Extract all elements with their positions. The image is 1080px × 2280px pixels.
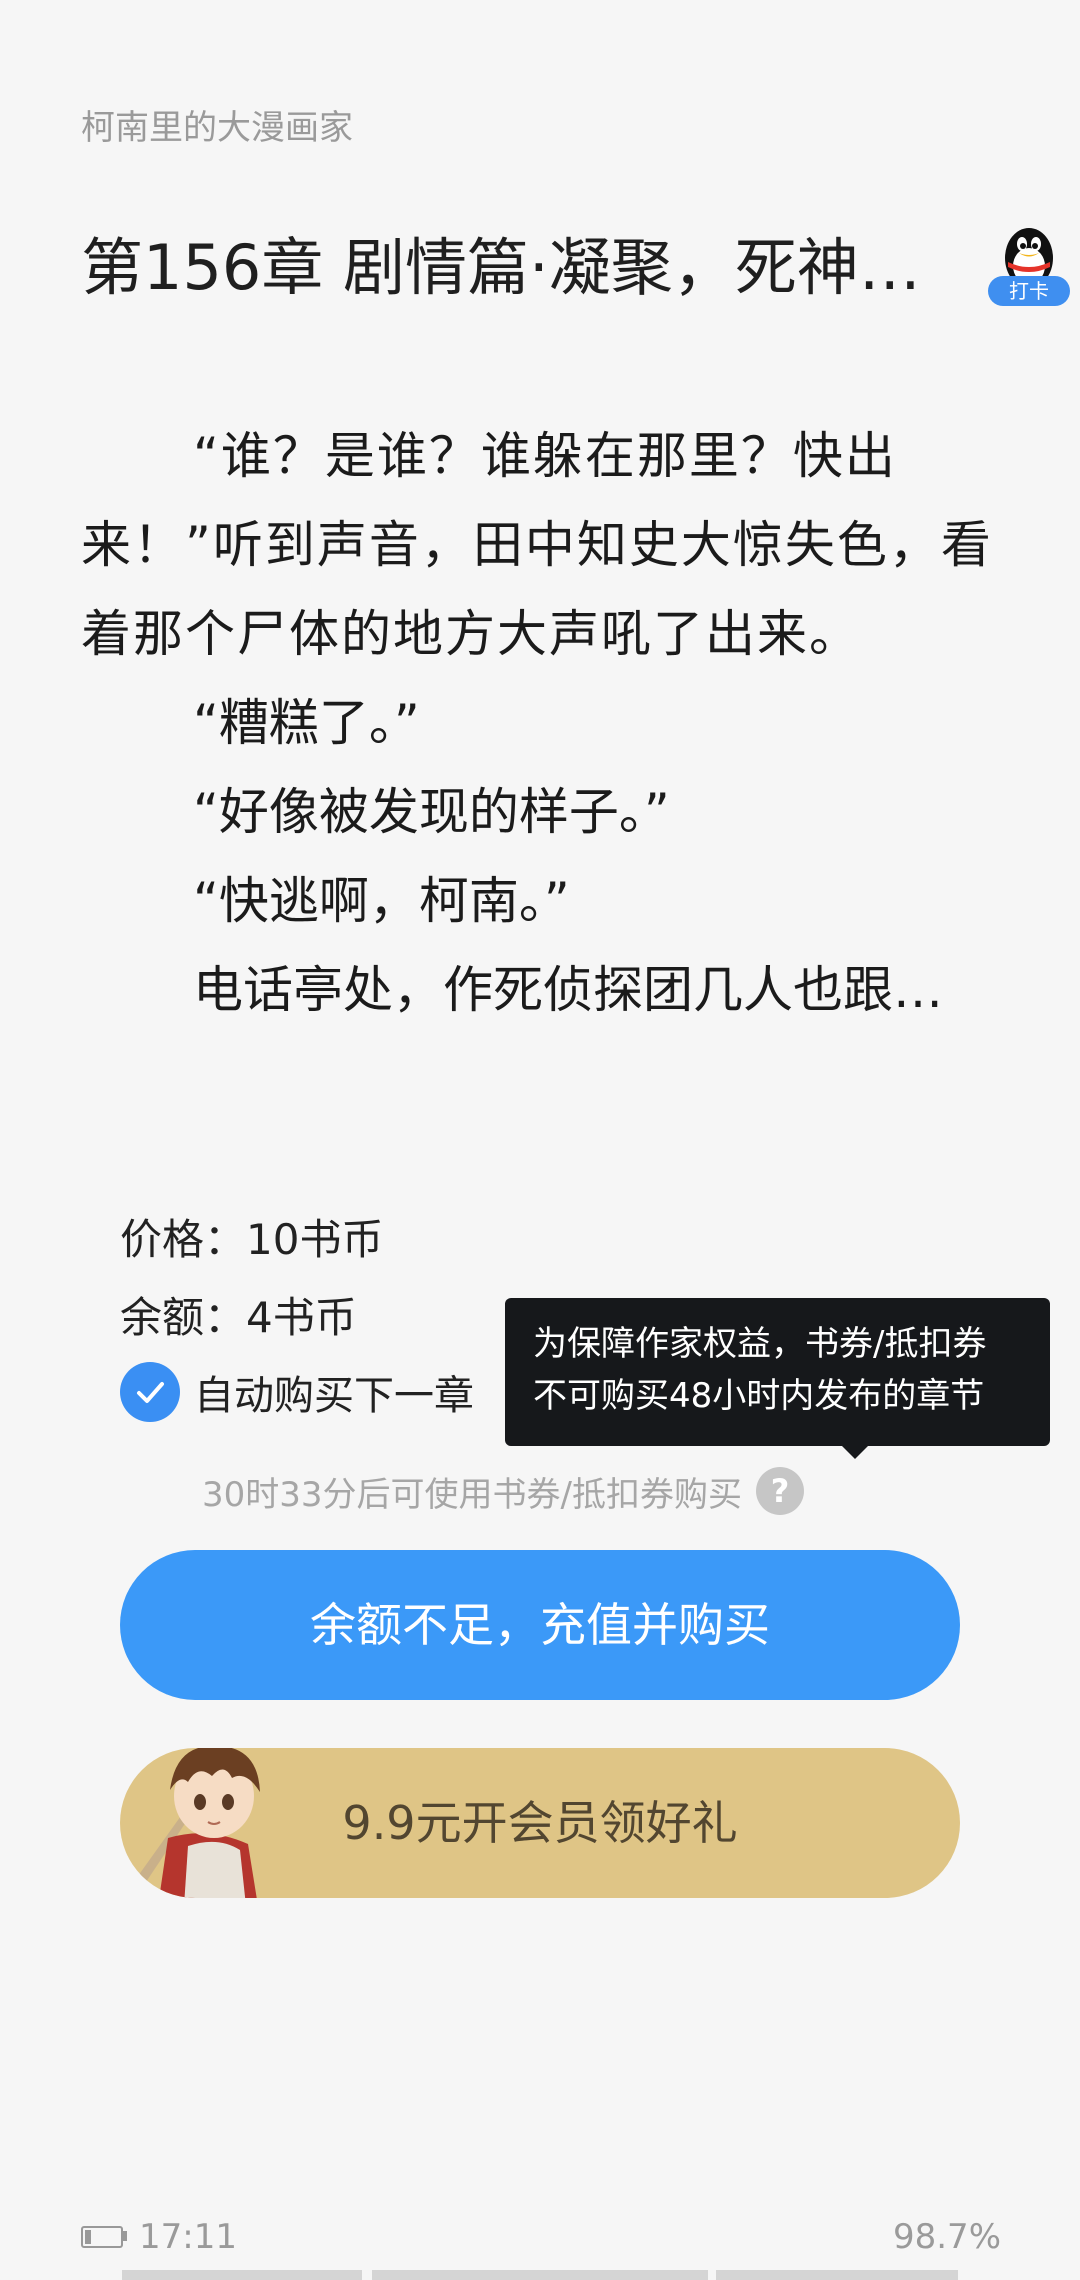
coupon-note: 30时33分后可使用书券/抵扣券购买 ? xyxy=(202,1466,804,1516)
vip-banner-button[interactable]: 9.9元开会员领好礼 xyxy=(120,1748,960,1898)
paragraph: “谁？是谁？谁躲在那里？快出来！”听到声音，田中知史大惊失色，看着那个尸体的地方… xyxy=(81,427,993,663)
coupon-tooltip: 为保障作家权益，书券/抵扣券 不可购买48小时内发布的章节 xyxy=(505,1298,1050,1446)
bottom-bar-segment xyxy=(372,2270,708,2280)
reading-progress: 98.7% xyxy=(892,2217,1001,2257)
recharge-and-buy-button[interactable]: 余额不足，充值并购买 xyxy=(120,1550,960,1700)
chapter-title: 第156章 剧情篇·凝聚，死神… xyxy=(81,231,921,304)
checkmark-icon xyxy=(137,1382,164,1403)
vip-banner-label: 9.9元开会员领好礼 xyxy=(342,1796,738,1850)
tooltip-arrow xyxy=(842,1446,868,1459)
coupon-note-text: 30时33分后可使用书券/抵扣券购买 xyxy=(202,1474,742,1515)
tooltip-line-1: 为保障作家权益，书券/抵扣券 xyxy=(533,1324,987,1364)
auto-buy-toggle[interactable]: 自动购买下一章 xyxy=(120,1362,474,1422)
checkin-label: 打卡 xyxy=(988,276,1070,306)
paragraph: “好像被发现的样子。” xyxy=(193,783,670,841)
checkin-badge[interactable]: 打卡 xyxy=(988,222,1074,308)
bottom-bar-segment xyxy=(122,2270,362,2280)
reader-status-bar: 17:11 98.7% xyxy=(81,2212,1001,2262)
paragraph: “糟糕了。” xyxy=(193,694,420,752)
question-icon[interactable]: ? xyxy=(755,1467,804,1515)
price-text: 价格：10书币 xyxy=(120,1215,384,1264)
clock: 17:11 xyxy=(139,2217,237,2257)
checkbox-checked[interactable] xyxy=(120,1362,180,1422)
tooltip-line-2: 不可购买48小时内发布的章节 xyxy=(533,1376,985,1416)
paragraph: “快逃啊，柯南。” xyxy=(193,872,570,930)
bottom-bar-segment xyxy=(716,2270,958,2280)
auto-buy-label: 自动购买下一章 xyxy=(194,1373,474,1419)
balance-text: 余额：4书币 xyxy=(120,1293,357,1342)
paragraph: 电话亭处，作死侦探团几人也跟… xyxy=(193,961,943,1019)
book-name: 柯南里的大漫画家 xyxy=(81,108,353,148)
battery-tip xyxy=(123,2231,127,2241)
chapter-body: “谁？是谁？谁躲在那里？快出来！”听到声音，田中知史大惊失色，看着那个尸体的地方… xyxy=(81,412,1001,1035)
battery-icon xyxy=(81,2226,123,2248)
